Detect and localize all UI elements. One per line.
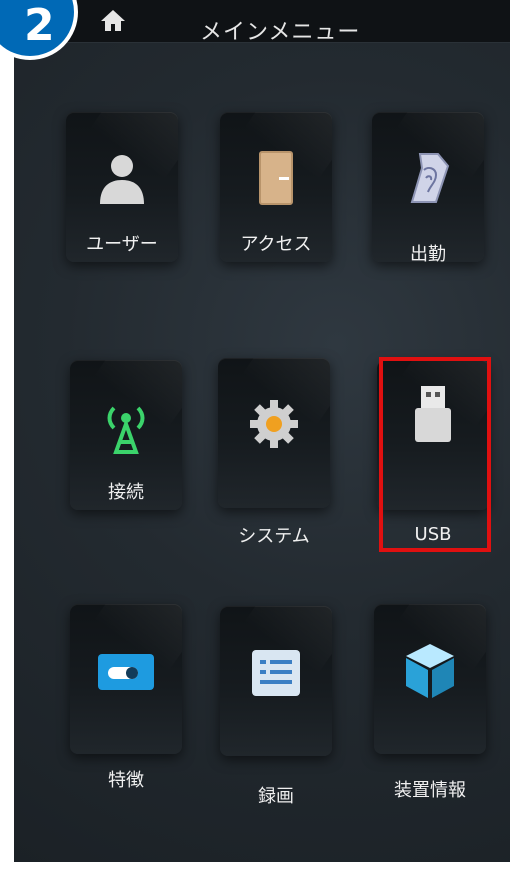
menu-item-features[interactable]: 特徴 — [70, 604, 182, 791]
menu-item-access[interactable]: アクセス — [220, 112, 332, 272]
toggle-icon — [98, 654, 154, 690]
home-button[interactable] — [98, 6, 128, 36]
page-title: メインメニュー — [200, 20, 361, 45]
user-icon — [100, 155, 144, 204]
title-bar: メインメニュー — [14, 0, 510, 45]
menu-item-label: システム — [238, 526, 310, 547]
device-screen: メインメニュー ユーザー アクセス 出勤 接続 システム USB 特徴 録画 装… — [14, 0, 510, 862]
menu-item-label: アクセス — [240, 234, 312, 255]
fingerprint-scroll-icon — [410, 153, 450, 203]
menu-item-device-info[interactable]: 装置情報 — [374, 604, 486, 801]
menu-item-label: 録画 — [258, 786, 294, 807]
usb-icon — [415, 386, 451, 442]
document-list-icon — [252, 650, 300, 696]
menu-item-label: 接続 — [108, 482, 144, 503]
menu-item-user[interactable]: ユーザー — [66, 112, 178, 272]
door-icon — [259, 151, 293, 205]
cube-icon — [406, 644, 454, 698]
menu-item-system[interactable]: システム — [218, 358, 330, 547]
menu-item-recording[interactable]: 録画 — [220, 606, 332, 807]
home-icon — [101, 10, 125, 31]
gear-icon — [250, 400, 298, 448]
menu-item-label: ユーザー — [86, 234, 158, 255]
menu-item-attendance[interactable]: 出勤 — [372, 112, 484, 272]
menu-item-label: 出勤 — [410, 244, 446, 265]
menu-item-label: USB — [414, 524, 452, 545]
menu-item-label: 特徴 — [108, 770, 144, 791]
menu-item-usb[interactable]: USB — [377, 360, 489, 545]
menu-item-connection[interactable]: 接続 — [70, 360, 182, 520]
menu-item-label: 装置情報 — [394, 780, 466, 801]
step-number: 2 — [24, 0, 55, 51]
antenna-icon — [107, 406, 145, 454]
